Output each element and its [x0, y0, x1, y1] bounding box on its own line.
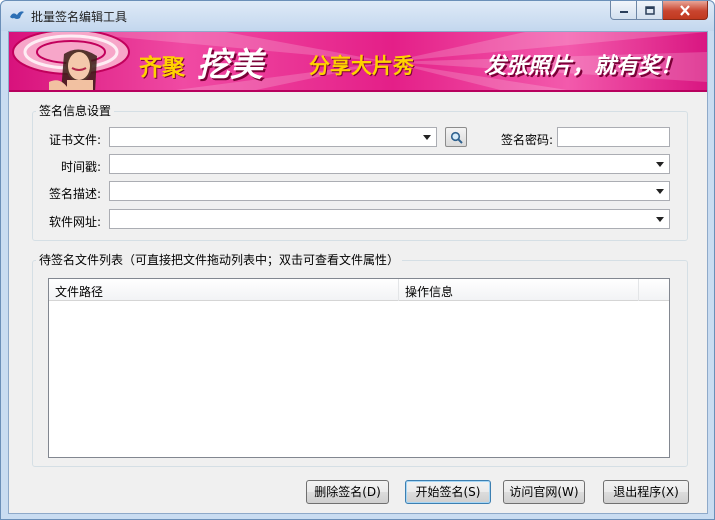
exit-program-button[interactable]: 退出程序(X) — [603, 480, 689, 504]
software-url-label: 软件网址: — [48, 215, 101, 229]
banner-text-wamei: 挖美 — [197, 45, 263, 84]
cert-file-label: 证书文件: — [48, 133, 101, 147]
cert-file-combo[interactable] — [109, 127, 437, 147]
visit-website-button[interactable]: 访问官网(W) — [503, 480, 585, 504]
chevron-down-icon — [656, 189, 664, 194]
description-combo[interactable] — [109, 181, 670, 201]
file-list-header: 文件路径 操作信息 — [49, 279, 669, 301]
password-label: 签名密码: — [500, 133, 553, 147]
delete-signature-button[interactable]: 删除签名(D) — [306, 480, 389, 504]
timestamp-combo[interactable] — [109, 154, 670, 174]
window-controls — [610, 1, 708, 21]
magnifier-icon — [450, 131, 463, 144]
main-window: 批量签名编辑工具 齐聚 挖美 分享大片秀 发张照片，就有奖！ 签名信息设置 证书… — [0, 0, 715, 520]
password-field[interactable] — [557, 127, 670, 147]
minimize-button[interactable] — [610, 1, 637, 20]
software-url-combo[interactable] — [109, 209, 670, 229]
client-area: 齐聚 挖美 分享大片秀 发张照片，就有奖！ 签名信息设置 证书文件: 签名密码:… — [8, 31, 708, 514]
title-bar[interactable]: 批量签名编辑工具 — [1, 1, 714, 31]
close-icon — [680, 4, 690, 16]
chevron-down-icon — [423, 135, 431, 140]
chevron-down-icon — [656, 217, 664, 222]
banner-text-qiju: 齐聚 — [139, 54, 185, 81]
browse-cert-button[interactable] — [445, 127, 467, 147]
banner-text-prize: 发张照片，就有奖！ — [484, 53, 683, 79]
banner-text-share: 分享大片秀 — [309, 53, 414, 78]
timestamp-label: 时间戳: — [60, 160, 101, 174]
minimize-icon — [619, 11, 628, 13]
start-signing-button[interactable]: 开始签名(S) — [405, 480, 491, 504]
advert-banner[interactable]: 齐聚 挖美 分享大片秀 发张照片，就有奖！ — [9, 32, 707, 92]
file-list-title: 待签名文件列表（可直接把文件拖动列表中；双击可查看文件属性） — [36, 251, 403, 268]
close-button[interactable] — [663, 1, 708, 20]
maximize-button[interactable] — [637, 1, 663, 20]
maximize-icon — [644, 5, 655, 15]
app-bird-icon — [10, 11, 24, 19]
file-list-view[interactable]: 文件路径 操作信息 — [48, 278, 670, 458]
signature-settings-title: 签名信息设置 — [36, 102, 115, 119]
column-header-file-path[interactable]: 文件路径 — [49, 279, 399, 301]
column-header-operation-info[interactable]: 操作信息 — [399, 279, 639, 301]
description-label: 签名描述: — [48, 187, 101, 201]
column-header-filler — [639, 279, 669, 301]
window-title: 批量签名编辑工具 — [31, 10, 128, 24]
chevron-down-icon — [656, 162, 664, 167]
